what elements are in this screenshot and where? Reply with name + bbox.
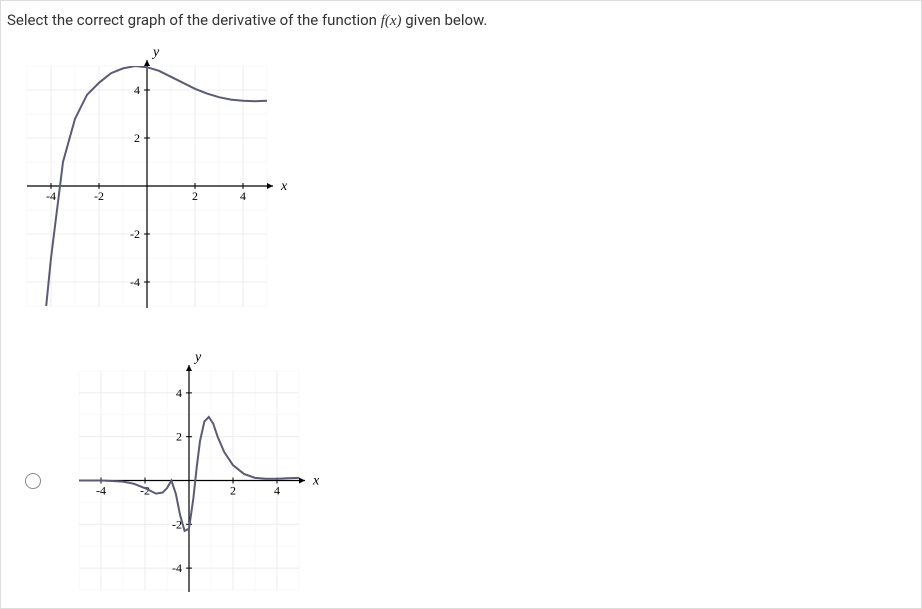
svg-text:y: y — [193, 353, 202, 365]
svg-text:-2: -2 — [94, 189, 104, 203]
svg-text:x: x — [280, 179, 288, 194]
svg-text:2: 2 — [176, 430, 182, 444]
svg-text:-4: -4 — [46, 189, 56, 203]
svg-text:2: 2 — [134, 131, 140, 145]
svg-text:2: 2 — [230, 484, 236, 498]
svg-text:4: 4 — [176, 386, 182, 400]
question-fx: f(x) — [381, 13, 402, 29]
svg-text:4: 4 — [240, 189, 246, 203]
question-prefix: Select the correct graph of the derivati… — [7, 11, 381, 29]
svg-text:4: 4 — [134, 83, 140, 97]
svg-text:4: 4 — [274, 484, 280, 498]
svg-text:-4: -4 — [130, 275, 140, 289]
plot-fprime-a: -4-224-4-224xy — [67, 353, 327, 598]
graphs-container: -4 -2 2 4 -4 -2 2 4 x y -4 -2 2 4 -4 -2 2 4 x y — [15, 48, 913, 598]
option-radio-a[interactable] — [25, 473, 41, 489]
svg-text:-4: -4 — [172, 561, 182, 575]
svg-text:y: y — [151, 48, 160, 60]
svg-text:2: 2 — [192, 189, 198, 203]
svg-text:-4: -4 — [96, 484, 106, 498]
plot-f: -4 -2 2 4 -4 -2 2 4 x y — [15, 48, 295, 318]
question-suffix: given below. — [402, 11, 488, 29]
given-function-graph: -4 -2 2 4 -4 -2 2 4 x y — [15, 48, 295, 318]
option-row-a: -4-224-4-224xy — [15, 353, 913, 598]
svg-text:x: x — [312, 474, 320, 489]
given-function-row: -4 -2 2 4 -4 -2 2 4 x y — [15, 48, 913, 318]
question-text: Select the correct graph of the derivati… — [7, 11, 913, 30]
svg-text:-2: -2 — [130, 227, 140, 241]
option-graph-a: -4-224-4-224xy — [67, 353, 327, 598]
